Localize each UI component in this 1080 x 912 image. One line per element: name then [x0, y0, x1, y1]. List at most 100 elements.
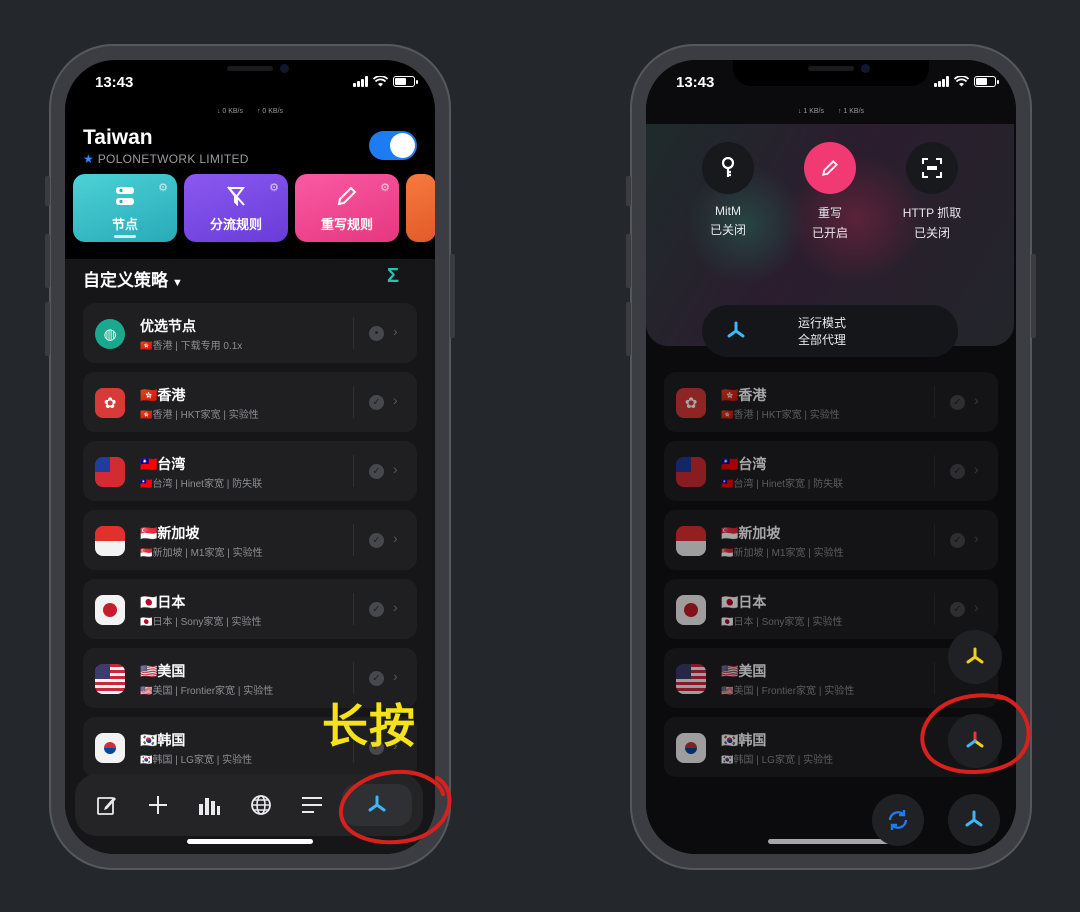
chevron-right-icon[interactable]: › — [393, 530, 398, 546]
node-name: 🇸🇬新加坡 — [140, 525, 200, 541]
sg-flag-icon — [95, 526, 125, 556]
kr-flag-icon — [95, 733, 125, 763]
gear-icon[interactable]: ⚙ — [158, 181, 168, 194]
check-icon[interactable]: ✓ — [369, 671, 384, 686]
status-time: 13:43 — [676, 74, 715, 91]
home-indicator — [187, 839, 313, 844]
caret-down-icon: ▼ — [172, 277, 183, 289]
add-policy-group-icon[interactable]: Σ — [387, 265, 399, 288]
hk-flag-icon: ✿ — [95, 388, 125, 418]
mitm-control[interactable]: MitM 已关闭 — [676, 142, 780, 238]
stats-icon[interactable] — [188, 784, 230, 826]
fan-icon — [966, 647, 984, 664]
server-icon — [116, 186, 134, 205]
battery-icon — [974, 76, 999, 87]
policy-group-title: 自定义策略 — [83, 271, 168, 290]
node-subtitle: 🇭🇰香港 | 下载专用 0.1x — [140, 341, 243, 352]
chevron-right-icon[interactable]: › — [393, 599, 398, 615]
edit-icon[interactable] — [86, 784, 128, 826]
node-name: 优选节点 — [140, 318, 196, 334]
mode-label: 运行模式 — [798, 316, 847, 330]
wifi-icon — [954, 76, 969, 87]
fan-icon — [727, 321, 745, 338]
signal-icon — [353, 76, 368, 87]
menu-icon[interactable] — [291, 784, 333, 826]
run-mode-button[interactable]: 运行模式 全部代理 — [702, 305, 958, 357]
chevron-right-icon[interactable]: › — [393, 668, 398, 684]
tile-label: 节点 — [111, 216, 138, 232]
fan-yellow-button[interactable] — [948, 630, 1002, 684]
list-item[interactable]: 🇸🇬新加坡 🇸🇬新加坡 | M1家宽 | 实验性 ✓ › — [83, 510, 417, 570]
node-subtitle: 🇹🇼台湾 | Hinet家宽 | 防失联 — [140, 479, 263, 490]
refresh-button[interactable] — [872, 794, 924, 846]
globe-icon[interactable] — [240, 784, 282, 826]
upload-speed: ↑ 1 KB/s — [837, 108, 865, 115]
us-flag-icon — [95, 664, 125, 694]
split-icon — [227, 185, 245, 206]
signal-icon — [934, 76, 949, 87]
list-item[interactable]: ✿ 🇭🇰香港 🇭🇰香港 | HKT家宽 | 实验性 ✓ › — [83, 372, 417, 432]
vpn-toggle[interactable] — [369, 131, 417, 160]
control-state: 已开启 — [811, 226, 848, 240]
control-name: MitM — [715, 204, 741, 218]
battery-icon — [393, 76, 418, 87]
plus-icon[interactable] — [137, 784, 179, 826]
status-bar: 13:43 — [65, 60, 435, 104]
tile-label: 重写规则 — [320, 216, 373, 232]
key-icon[interactable] — [702, 142, 754, 194]
pencil-icon[interactable] — [804, 142, 856, 194]
status-bar: 13:43 — [646, 60, 1016, 104]
tile-rewrite-rules[interactable]: ⚙ 重写规则 — [295, 174, 399, 242]
chevron-right-icon[interactable]: › — [393, 323, 398, 339]
node-subtitle: 🇺🇸美国 | Frontier家宽 | 实验性 — [140, 686, 274, 697]
tile-nodes[interactable]: ⚙ 节点 — [73, 174, 177, 242]
mode-value: 全部代理 — [798, 333, 847, 347]
list-item[interactable]: ◍ 优选节点 🇭🇰香港 | 下载专用 0.1x • › — [83, 303, 417, 363]
chevron-right-icon[interactable]: › — [393, 461, 398, 477]
feature-tiles: ⚙ 节点 ⚙ 分流规则 ⚙ 重写规则 — [73, 174, 435, 242]
tile-split-rules[interactable]: ⚙ 分流规则 — [184, 174, 288, 242]
check-icon[interactable]: ✓ — [369, 464, 384, 479]
node-name: 🇹🇼台湾 — [140, 456, 186, 472]
list-item[interactable]: 🇹🇼台湾 🇹🇼台湾 | Hinet家宽 | 防失联 ✓ › — [83, 441, 417, 501]
provider-name: POLONETWORK LIMITED — [97, 152, 249, 166]
control-name: 重写 — [817, 206, 842, 220]
policy-group-dropdown[interactable]: 自定义策略 ▼ — [83, 266, 183, 291]
speed-indicator: ↓ 1 KB/s ↑ 1 KB/s — [646, 108, 1016, 115]
radio-icon[interactable]: • — [369, 326, 384, 341]
tw-flag-icon — [95, 457, 125, 487]
check-icon[interactable]: ✓ — [369, 533, 384, 548]
gear-icon[interactable]: ⚙ — [269, 181, 279, 194]
highlight-circle — [920, 693, 1031, 775]
download-speed: ↓ 0 KB/s — [216, 108, 244, 115]
highlight-circle — [338, 769, 452, 845]
long-press-annotation: 长按 — [322, 700, 416, 752]
http-capture-icon[interactable] — [906, 142, 958, 194]
check-icon[interactable]: ✓ — [369, 602, 384, 617]
node-name: 🇺🇸美国 — [140, 663, 186, 679]
node-subtitle: 🇸🇬新加坡 | M1家宽 | 实验性 — [140, 548, 263, 559]
fan-blue-button[interactable] — [948, 794, 1000, 846]
wifi-icon — [373, 76, 388, 87]
node-subtitle: 🇰🇷韩国 | LG家宽 | 实验性 — [140, 755, 253, 766]
globe-icon: ◍ — [95, 319, 125, 349]
tile-more[interactable] — [406, 174, 435, 242]
node-name: 🇭🇰香港 — [140, 387, 186, 403]
control-state: 已关闭 — [913, 226, 950, 240]
status-time: 13:43 — [95, 74, 134, 91]
pencil-icon — [337, 186, 357, 205]
speed-indicator: ↓ 0 KB/s ↑ 0 KB/s — [65, 108, 435, 115]
download-speed: ↓ 1 KB/s — [797, 108, 825, 115]
refresh-icon — [888, 810, 908, 830]
gear-icon[interactable]: ⚙ — [380, 181, 390, 194]
jp-flag-icon — [95, 595, 125, 625]
http-capture-control[interactable]: HTTP 抓取 已关闭 — [880, 142, 984, 241]
rewrite-control[interactable]: 重写 已开启 — [778, 142, 882, 241]
node-subtitle: 🇭🇰香港 | HKT家宽 | 实验性 — [140, 410, 259, 421]
check-icon[interactable]: ✓ — [369, 395, 384, 410]
list-item[interactable]: 🇯🇵日本 🇯🇵日本 | Sony家宽 | 实验性 ✓ › — [83, 579, 417, 639]
chevron-right-icon[interactable]: › — [393, 392, 398, 408]
upload-speed: ↑ 0 KB/s — [256, 108, 284, 115]
control-state: 已关闭 — [709, 223, 746, 237]
node-name: 🇰🇷韩国 — [140, 732, 186, 748]
